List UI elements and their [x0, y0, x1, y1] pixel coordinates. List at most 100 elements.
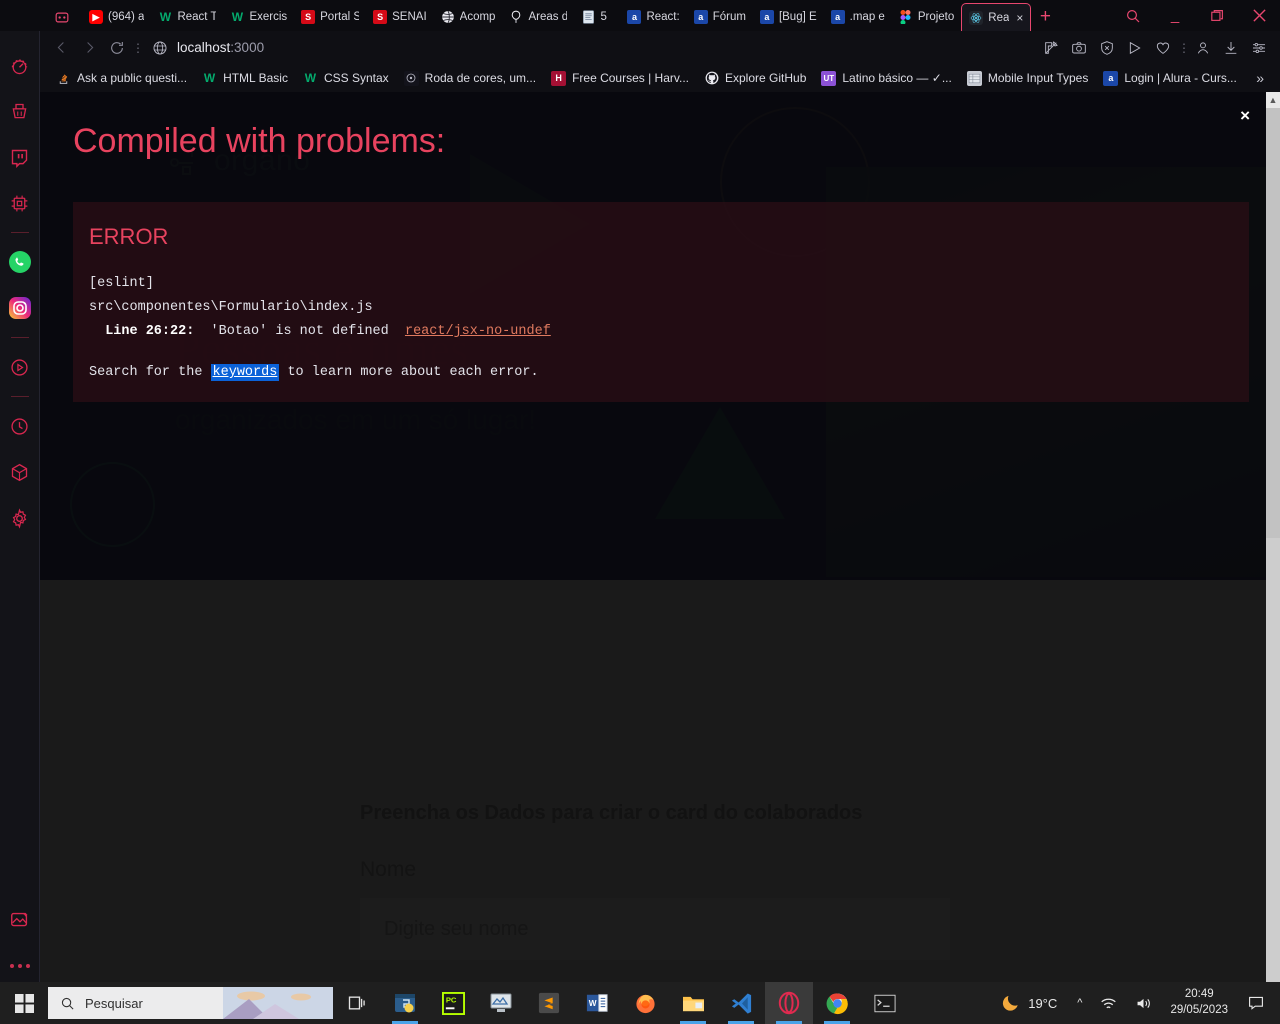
speaker-icon[interactable]	[1127, 996, 1160, 1011]
vscode-icon[interactable]	[717, 982, 765, 1024]
task-view-icon[interactable]	[333, 982, 381, 1024]
bookmark-login-alura[interactable]: a Login | Alura - Curs...	[1097, 67, 1243, 89]
bookmark-stackoverflow[interactable]: Ask a public questi...	[50, 67, 193, 89]
w3schools-icon: W	[203, 71, 216, 85]
tab-forum[interactable]: a Fórum	[687, 3, 753, 31]
cpu-tracker-icon[interactable]	[4, 187, 36, 219]
tab-youtube[interactable]: ▶ (964) a	[82, 3, 151, 31]
figma-icon	[899, 10, 913, 24]
eslint-rule-link[interactable]: react/jsx-no-undef	[405, 324, 551, 339]
overlay-close-icon[interactable]: ×	[1240, 106, 1250, 126]
bookmark-roda-de-cores[interactable]: Roda de cores, um...	[398, 67, 542, 89]
tab-projeto-figma[interactable]: Projeto	[892, 3, 961, 31]
bookmark-explore-github[interactable]: Explore GitHub	[698, 67, 812, 89]
downloads-icon[interactable]	[1218, 35, 1244, 61]
system-tray: 19°C ^ 20:49 29/05/2023	[991, 987, 1280, 1018]
edit-page-icon[interactable]	[1038, 35, 1064, 61]
wifi-icon[interactable]	[1092, 996, 1125, 1011]
notification-icon[interactable]	[1238, 995, 1274, 1011]
settings-icon[interactable]	[4, 502, 36, 534]
bookmark-html-basic[interactable]: W HTML Basic	[196, 67, 294, 89]
bookmark-label: Explore GitHub	[725, 71, 807, 85]
weather-widget[interactable]: 19°C	[991, 993, 1067, 1013]
pycharm-icon[interactable]: PC	[429, 982, 477, 1024]
file-explorer-icon[interactable]	[669, 982, 717, 1024]
opera-icon[interactable]	[765, 982, 813, 1024]
show-hidden-icons-chevron[interactable]: ^	[1069, 997, 1090, 1009]
new-tab-button[interactable]: +	[1031, 3, 1059, 31]
bookmark-mobile-input-types[interactable]: Mobile Input Types	[961, 67, 1095, 89]
word-icon[interactable]: W	[573, 982, 621, 1024]
firefox-icon[interactable]	[621, 982, 669, 1024]
close-window-button[interactable]	[1238, 0, 1280, 31]
ad-block-icon[interactable]	[1094, 35, 1120, 61]
tab-react-alura[interactable]: a React:	[620, 3, 686, 31]
tab-areas[interactable]: Áreas d	[502, 3, 574, 31]
snapshot-icon[interactable]	[1066, 35, 1092, 61]
tab-opera-gx[interactable]	[48, 3, 82, 31]
restore-button[interactable]	[1196, 0, 1238, 31]
tab-bug[interactable]: a [Bug] E	[753, 3, 824, 31]
monitor-icon[interactable]	[477, 982, 525, 1024]
tab-acompanhamento[interactable]: Acomp	[434, 3, 503, 31]
error-line-file: src\componentes\Formulario\index.js	[89, 300, 373, 316]
tab-label: Projeto	[917, 11, 955, 23]
label-nome: Nome	[360, 858, 417, 881]
bookmark-harvard[interactable]: H Free Courses | Harv...	[545, 67, 695, 89]
history-icon[interactable]	[4, 410, 36, 442]
pinboards-icon[interactable]	[4, 456, 36, 488]
speed-dial-icon[interactable]	[4, 49, 36, 81]
profile-icon[interactable]	[1190, 35, 1216, 61]
instagram-icon[interactable]	[4, 292, 36, 324]
minimize-button[interactable]: _	[1154, 0, 1196, 31]
url-bar[interactable]: localhost:3000	[144, 35, 1036, 61]
windows-start-icon[interactable]	[0, 982, 48, 1024]
taskbar-search-input[interactable]: Pesquisar	[48, 987, 333, 1019]
wallpaper-icon[interactable]	[4, 904, 36, 936]
tab-react-app-active[interactable]: Rea ×	[961, 3, 1032, 31]
temperature-text: 19°C	[1028, 995, 1058, 1011]
react-icon	[969, 10, 984, 25]
forward-icon[interactable]	[76, 35, 102, 61]
bookmark-css-syntax[interactable]: W CSS Syntax	[297, 67, 395, 89]
vertical-dots-icon[interactable]: ⋮	[1178, 41, 1190, 55]
reload-icon[interactable]	[104, 35, 130, 61]
bookmark-latino-basico[interactable]: UT Latino básico — ✓...	[815, 67, 957, 89]
tab-senai[interactable]: S SENAI	[366, 3, 434, 31]
error-line-eslint: [eslint]	[89, 276, 154, 291]
scroll-up-icon[interactable]: ▲	[1266, 92, 1280, 108]
bookmarks-overflow-button[interactable]: »	[1250, 70, 1270, 86]
terminal-icon[interactable]	[861, 982, 909, 1024]
input-nome-placeholder: Digite seu nome	[384, 917, 529, 940]
vertical-dots-icon[interactable]: ⋮	[132, 41, 144, 55]
overlay-title: Compiled with problems:	[73, 122, 446, 160]
easy-setup-icon[interactable]	[1246, 35, 1272, 61]
taskbar-clock[interactable]: 20:49 29/05/2023	[1162, 987, 1236, 1018]
keywords-link[interactable]: keywords	[210, 364, 280, 381]
tab-document-5[interactable]: 5	[574, 3, 620, 31]
senai-icon: S	[373, 10, 388, 24]
tab-react-tutorial[interactable]: W React T	[151, 3, 223, 31]
input-nome[interactable]: Digite seu nome	[360, 898, 950, 960]
tab-search-icon[interactable]	[1112, 0, 1154, 31]
heart-icon[interactable]	[1150, 35, 1176, 61]
more-dots-icon[interactable]	[9, 964, 30, 968]
back-icon[interactable]	[48, 35, 74, 61]
twitch-icon[interactable]	[4, 141, 36, 173]
chrome-icon[interactable]	[813, 982, 861, 1024]
player-icon[interactable]	[4, 351, 36, 383]
tab-strip: ▶ (964) a W React T W Exercis S Portal S…	[0, 0, 1280, 31]
send-icon[interactable]	[1122, 35, 1148, 61]
scrollbar-thumb[interactable]	[1266, 108, 1280, 538]
page-scrollbar[interactable]: ▲	[1266, 92, 1280, 982]
error-line-location: Line 26:22:	[105, 324, 195, 340]
tab-exercises[interactable]: W Exercis	[223, 3, 294, 31]
sublime-text-icon[interactable]	[525, 982, 573, 1024]
cleaner-icon[interactable]	[4, 95, 36, 127]
tab-map[interactable]: a .map e	[824, 3, 892, 31]
tab-portal-senai[interactable]: S Portal S	[294, 3, 366, 31]
python-ide-icon[interactable]	[381, 982, 429, 1024]
tab-close-icon[interactable]: ×	[1016, 11, 1023, 25]
whatsapp-icon[interactable]	[4, 246, 36, 278]
alura-icon: a	[693, 10, 708, 24]
